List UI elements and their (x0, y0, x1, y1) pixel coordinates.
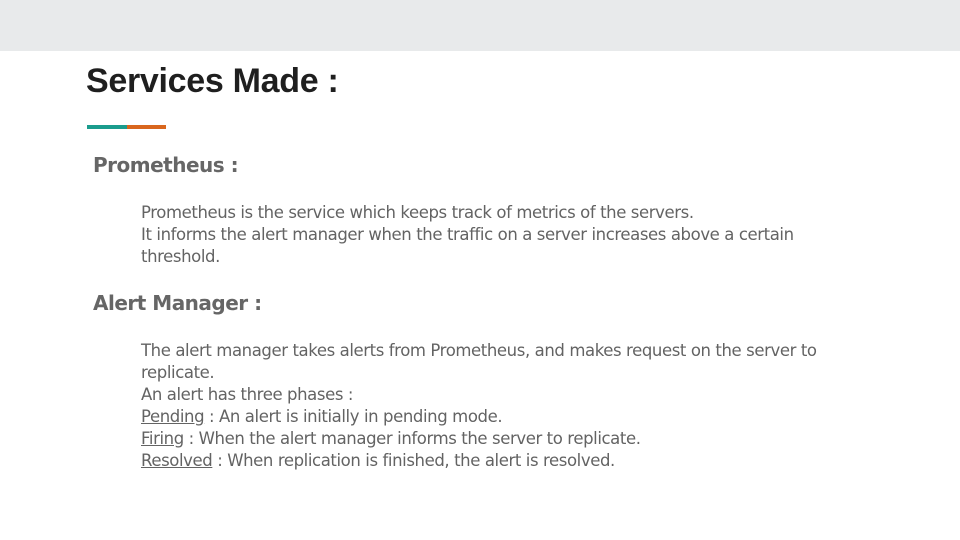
phase-description-resolved: : When replication is finished, the aler… (212, 451, 615, 470)
phase-pending: Pending : An alert is initially in pendi… (141, 406, 841, 428)
prometheus-description: Prometheus is the service which keeps tr… (141, 202, 841, 268)
alert-manager-line-1: The alert manager takes alerts from Prom… (141, 341, 817, 382)
phase-term-pending: Pending (141, 407, 205, 426)
alert-manager-line-2: An alert has three phases : (141, 385, 354, 404)
accent-bar-orange (127, 125, 166, 129)
slide-title: Services Made : (86, 62, 339, 100)
phase-description-pending: : An alert is initially in pending mode. (204, 407, 503, 426)
section-heading-prometheus: Prometheus : (93, 153, 239, 177)
prometheus-line-2: It informs the alert manager when the tr… (141, 225, 794, 266)
phase-term-resolved: Resolved (141, 451, 213, 470)
top-header-band (0, 0, 960, 51)
phase-term-firing: Firing (141, 429, 184, 448)
phase-resolved: Resolved : When replication is finished,… (141, 450, 841, 472)
phase-description-firing: : When the alert manager informs the ser… (183, 429, 641, 448)
section-heading-alert-manager: Alert Manager : (93, 291, 262, 315)
phase-firing: Firing : When the alert manager informs … (141, 428, 841, 450)
alert-manager-description: The alert manager takes alerts from Prom… (141, 340, 841, 472)
accent-bar-teal (87, 125, 127, 129)
prometheus-line-1: Prometheus is the service which keeps tr… (141, 203, 694, 222)
